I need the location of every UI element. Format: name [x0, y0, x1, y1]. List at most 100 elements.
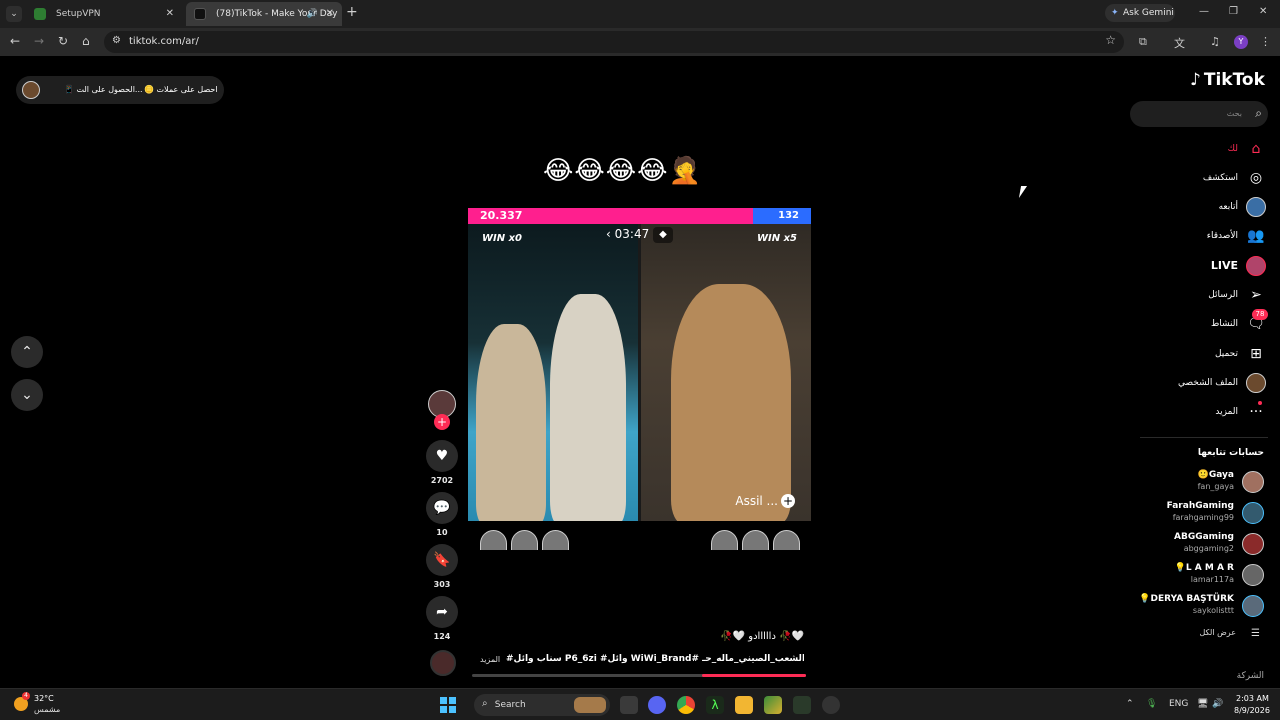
follow-host-icon[interactable]: +: [781, 494, 795, 508]
following-account[interactable]: ABGGaming abggaming2: [1140, 530, 1266, 558]
reload-icon[interactable]: ↻: [58, 34, 68, 48]
tab-tiktok[interactable]: (78)TikTok - Make Your Day 🔊 ✕: [186, 2, 342, 26]
app-icon[interactable]: [793, 696, 811, 714]
tiktok-note-icon: ♪: [1190, 70, 1201, 90]
language-indicator[interactable]: ENG: [1169, 699, 1188, 709]
nav-label: الأصدقاء: [1206, 231, 1238, 241]
restore-icon[interactable]: ❐: [1229, 6, 1238, 17]
windows-start-icon[interactable]: [440, 697, 456, 713]
nav-live[interactable]: LIVE: [1140, 255, 1268, 277]
next-video-button[interactable]: ⌄: [11, 379, 43, 411]
follow-plus-icon[interactable]: +: [434, 414, 450, 430]
tab-setupvpn[interactable]: SetupVPN ✕: [26, 2, 182, 26]
close-tab-icon[interactable]: ✕: [326, 2, 334, 26]
discord-icon[interactable]: [648, 696, 666, 714]
guest-avatar[interactable]: [742, 530, 769, 550]
music-disc-icon[interactable]: [430, 650, 456, 676]
video-player[interactable]: 20.337 132 WIN x0 WIN x5 ‹ 03:47 ◆ Assil…: [468, 208, 811, 521]
win-count-left: WIN x0: [482, 233, 523, 244]
nav-messages[interactable]: الرسائل ➢: [1140, 284, 1268, 306]
guest-avatar[interactable]: [511, 530, 538, 550]
get-app-link[interactable]: 📱 الحصول على الت...: [64, 76, 143, 104]
volume-icon[interactable]: 🔊: [1212, 699, 1223, 709]
bookmark-star-icon[interactable]: ☆: [1105, 33, 1116, 47]
video-progress-bar[interactable]: [472, 674, 806, 677]
guest-avatar[interactable]: [480, 530, 507, 550]
minimize-icon[interactable]: —: [1199, 6, 1209, 17]
tray-chevron-icon[interactable]: ⌃: [1126, 699, 1134, 709]
new-tab-button[interactable]: +: [346, 4, 358, 20]
nav-friends[interactable]: الأصدقاء 👥: [1140, 225, 1268, 247]
like-icon[interactable]: ♥: [426, 440, 458, 472]
video-hashtags[interactable]: #سناب وائل P6_6zi #وائل WiWi_Brand# ليكي…: [506, 654, 804, 664]
search-label: Search: [489, 694, 526, 716]
nav-activity[interactable]: النشاط 🗨 78: [1140, 309, 1268, 335]
nav-upload[interactable]: تحميل ⊞: [1140, 343, 1268, 365]
see-more-link[interactable]: المزيد: [480, 655, 500, 664]
comment-icon[interactable]: 💬: [426, 492, 458, 524]
like-count: 2702: [430, 476, 454, 485]
guest-avatar[interactable]: [773, 530, 800, 550]
clock-date[interactable]: 8/9/2026: [1234, 706, 1270, 715]
nav-profile[interactable]: الملف الشخصي: [1140, 372, 1268, 394]
share-count: 124: [433, 632, 451, 641]
win-count-right: WIN x5: [756, 233, 797, 244]
close-window-icon[interactable]: ✕: [1259, 6, 1267, 17]
account-avatar: [1242, 595, 1264, 617]
home-icon[interactable]: ⌂: [82, 34, 90, 48]
nav-following[interactable]: أتابعه: [1140, 196, 1268, 218]
previous-video-button[interactable]: ⌃: [11, 336, 43, 368]
extensions-icon[interactable]: ⧉: [1139, 35, 1147, 49]
audio-playing-icon[interactable]: 🔊: [307, 2, 318, 26]
left-camera-feed: [468, 224, 638, 521]
get-coins-label: احصل على عملات: [156, 85, 218, 94]
file-explorer-icon[interactable]: [735, 696, 753, 714]
network-icon[interactable]: 🖥: [1197, 699, 1208, 709]
app-icon[interactable]: λ: [706, 696, 724, 714]
search-input[interactable]: بحث ⌕: [1130, 101, 1268, 127]
app-icon[interactable]: [764, 696, 782, 714]
app-icon[interactable]: [822, 696, 840, 714]
tiktok-logo[interactable]: ♪ TikTok: [1190, 70, 1265, 90]
user-avatar[interactable]: [22, 81, 40, 99]
nav-explore[interactable]: استكشف ◎: [1140, 167, 1268, 189]
weather-condition[interactable]: مشمس: [34, 705, 60, 714]
company-link[interactable]: الشركة: [1237, 671, 1264, 681]
following-account[interactable]: 💡L A M A R lamar117a: [1140, 561, 1266, 589]
weather-temp[interactable]: 32°C: [34, 694, 54, 703]
guest-avatar[interactable]: [542, 530, 569, 550]
following-account[interactable]: 💡DERYA BAŞTÜRK saykolisttt: [1139, 592, 1266, 620]
ask-gemini-button[interactable]: ✦ Ask Gemini: [1105, 4, 1175, 22]
site-info-icon[interactable]: ⚙: [112, 35, 121, 46]
bookmark-icon[interactable]: 🔖: [426, 544, 458, 576]
nav-more[interactable]: المزيد ···: [1140, 401, 1268, 423]
close-tab-icon[interactable]: ✕: [166, 2, 174, 26]
address-bar[interactable]: ⚙ tiktok.com/ar/ ☆: [104, 31, 1124, 53]
share-icon[interactable]: ➦: [426, 596, 458, 628]
see-all-link[interactable]: عرض الكل ☰: [1140, 628, 1266, 644]
url-text[interactable]: tiktok.com/ar/: [129, 31, 199, 53]
following-account[interactable]: FarahGaming farahgaming99: [1140, 499, 1266, 527]
profile-avatar[interactable]: Y: [1234, 35, 1248, 49]
get-coins-bar: 📱 الحصول على الت... 🪙 احصل على عملات: [16, 76, 224, 104]
media-control-icon[interactable]: ♫: [1210, 35, 1220, 48]
forward-icon[interactable]: →: [34, 34, 44, 48]
nav-for-you[interactable]: لك ⌂: [1140, 138, 1268, 160]
gemini-sparkle-icon: ✦: [1111, 8, 1119, 18]
translate-icon[interactable]: 文: [1174, 35, 1185, 51]
host-name[interactable]: Assil ...: [735, 494, 778, 508]
clock-time[interactable]: 2:03 AM: [1236, 694, 1269, 703]
tab-title: (78)TikTok - Make Your Day: [216, 9, 338, 19]
taskbar-search[interactable]: ⌕ Search: [474, 694, 610, 716]
chrome-icon[interactable]: [677, 696, 695, 714]
tab-search-button[interactable]: ⌄: [6, 6, 22, 22]
search-icon[interactable]: ⌕: [1255, 106, 1262, 121]
browser-toolbar: ← → ↻ ⌂ ⚙ tiktok.com/ar/ ☆ ⧉ 文 ♫ ⋮: [0, 28, 1280, 56]
microphone-icon[interactable]: 🎙: [1146, 699, 1157, 709]
task-view-icon[interactable]: [620, 696, 638, 714]
back-icon[interactable]: ←: [10, 34, 20, 48]
guest-avatar[interactable]: [711, 530, 738, 550]
get-coins-link[interactable]: 🪙 احصل على عملات: [144, 76, 218, 104]
menu-icon[interactable]: ⋮: [1260, 35, 1271, 48]
following-account[interactable]: 🙂Gaya fan_gaya: [1140, 468, 1266, 496]
